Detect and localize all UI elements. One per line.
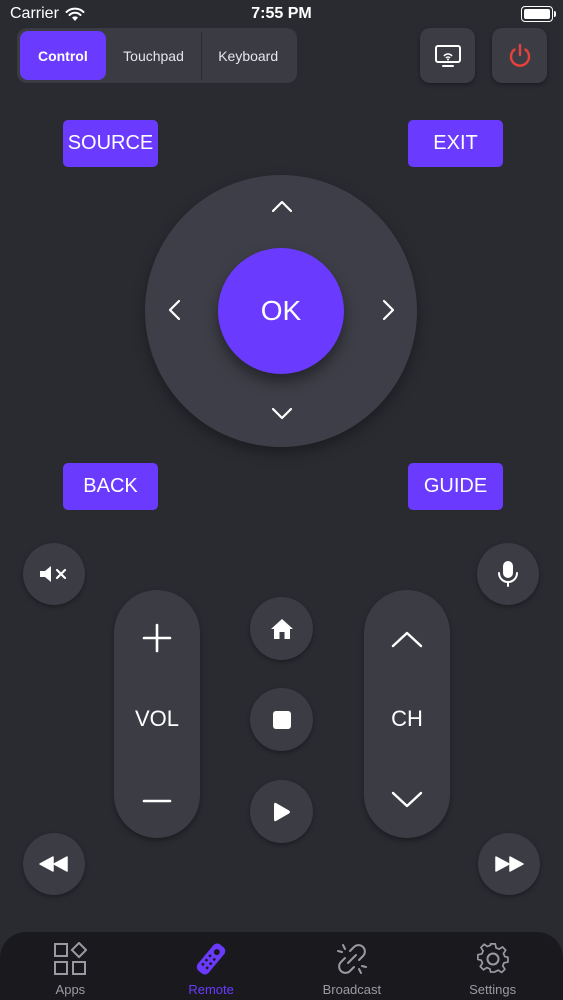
mute-icon [40,566,67,582]
cast-button[interactable] [420,28,475,83]
channel-up-button[interactable] [387,619,427,659]
microphone-button[interactable] [477,543,539,605]
mode-segmented-control: Control Touchpad Keyboard [17,28,297,83]
exit-button[interactable]: EXIT [408,120,503,167]
apps-grid-icon [54,942,88,975]
tab-remote[interactable]: Remote [141,932,282,1000]
volume-label: VOL [134,706,180,731]
tab-settings[interactable]: Settings [422,932,563,1000]
gear-icon [476,943,509,974]
volume-up-button[interactable] [137,618,177,658]
channel-label: CH [391,706,423,731]
chevron-up-icon [391,631,423,648]
microphone-icon [498,561,518,587]
stop-icon [272,710,291,729]
rewind-icon [39,856,68,872]
chevron-down-icon [391,791,423,808]
source-button[interactable]: SOURCE [63,120,158,167]
dpad-down-button[interactable] [266,398,298,430]
tab-apps-label: Apps [55,982,86,997]
tab-settings-label: Settings [469,982,517,997]
tab-touchpad[interactable]: Touchpad [106,31,202,80]
mute-button[interactable] [23,543,85,605]
fast-forward-icon [495,856,524,872]
stop-button[interactable] [250,688,313,751]
fast-forward-button[interactable] [478,833,540,895]
channel-down-button[interactable] [387,780,427,820]
tab-keyboard[interactable]: Keyboard [202,31,294,80]
ok-button[interactable]: OK [218,248,344,374]
power-icon [509,43,530,67]
dpad-right-button[interactable] [373,294,405,326]
broken-link-icon [336,944,367,974]
play-button[interactable] [250,780,313,843]
guide-button[interactable]: GUIDE [408,463,503,510]
chevron-left-icon [168,299,181,321]
remote-control-icon [196,943,226,975]
tab-control[interactable]: Control [20,31,106,80]
tab-broadcast-label: Broadcast [322,982,382,997]
chevron-down-icon [271,407,293,420]
status-time: 7:55 PM [251,5,312,22]
chevron-up-icon [271,200,293,213]
plus-icon [142,623,172,653]
power-button[interactable] [492,28,547,83]
bottom-tab-bar: Apps Remote Broadcast Settings [0,932,563,1000]
tab-broadcast[interactable]: Broadcast [282,932,423,1000]
battery-icon [521,6,556,22]
home-button[interactable] [250,597,313,660]
tab-apps[interactable]: Apps [0,932,141,1000]
chevron-right-icon [382,299,395,321]
play-icon [273,802,290,821]
rewind-button[interactable] [23,833,85,895]
dpad-up-button[interactable] [266,190,298,222]
cast-screen-icon [434,44,461,67]
volume-down-button[interactable] [137,781,177,821]
minus-icon [142,799,172,803]
home-icon [270,618,293,639]
back-button[interactable]: BACK [63,463,158,510]
dpad-left-button[interactable] [158,294,190,326]
tab-remote-label: Remote [188,982,234,997]
